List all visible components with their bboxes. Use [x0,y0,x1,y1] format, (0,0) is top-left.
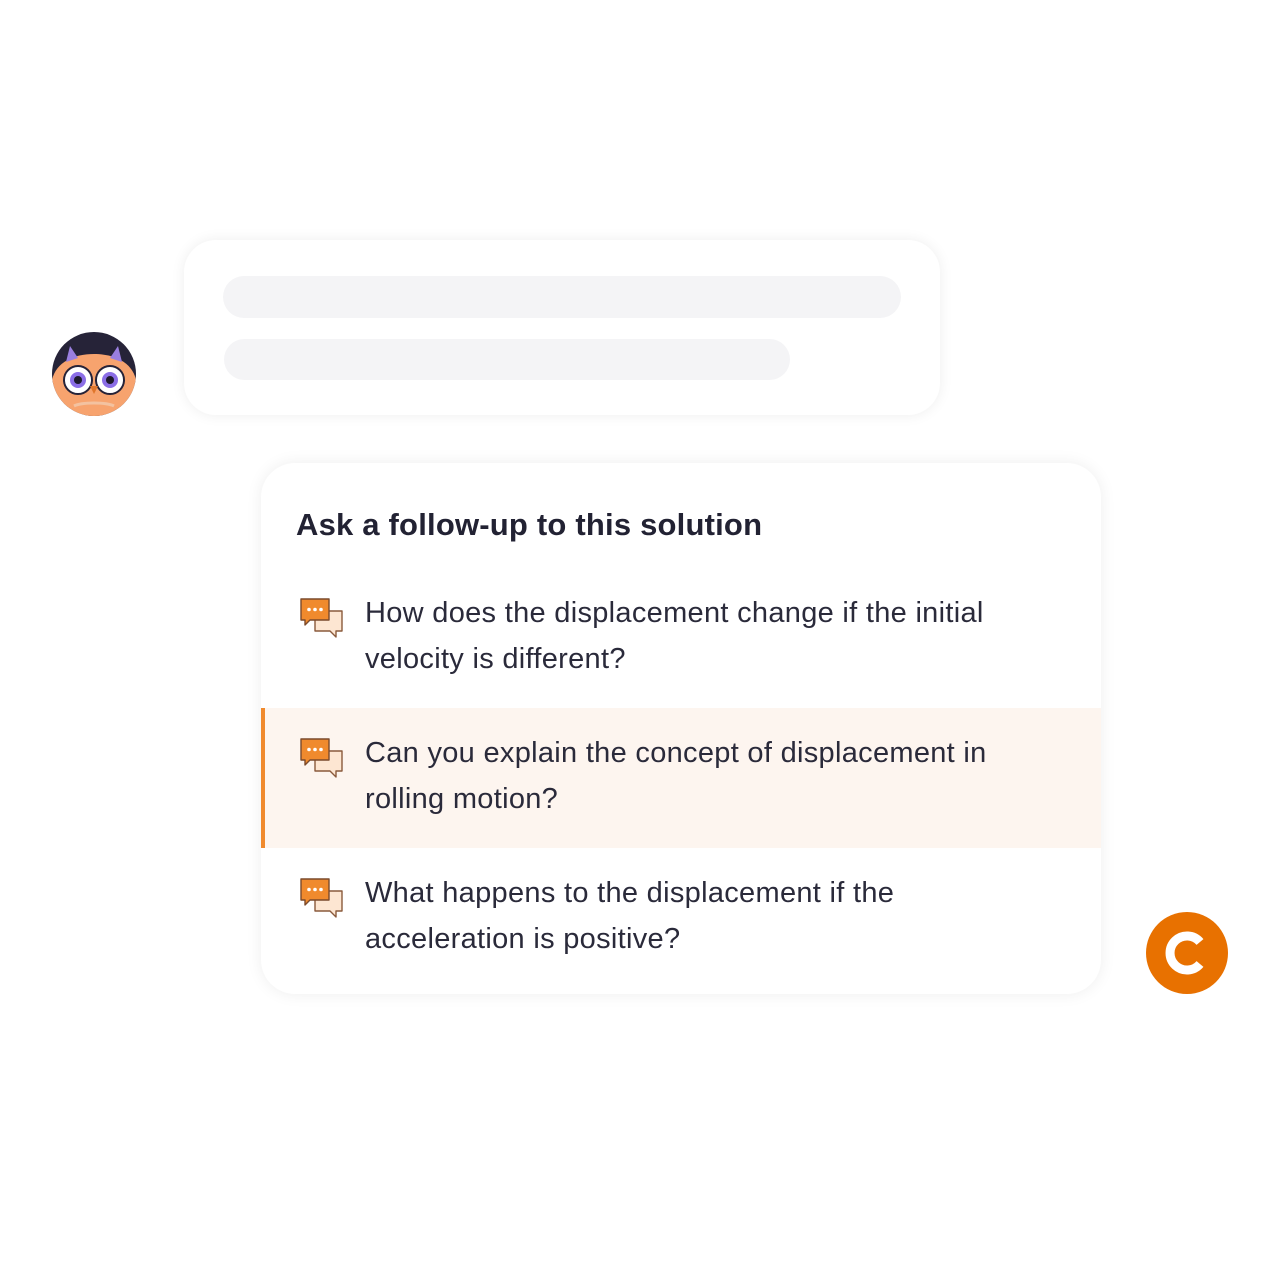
suggestion-text: Can you explain the concept of displacem… [365,737,987,815]
owl-avatar [52,332,136,416]
followup-suggestion[interactable]: How does the displacement change if the … [261,568,1101,708]
chat-bubbles-icon [300,738,343,778]
suggestion-text: How does the displacement change if the … [365,597,984,675]
chat-bubbles-icon [300,598,343,638]
followup-suggestion-highlighted[interactable]: Can you explain the concept of displacem… [261,708,1101,848]
chat-bubbles-icon [300,878,343,918]
followup-suggestion[interactable]: What happens to the displacement if the … [261,848,1101,988]
followup-title: Ask a follow-up to this solution [296,507,763,542]
brand-logo [1146,912,1228,994]
suggestion-text: What happens to the displacement if the … [365,877,895,955]
skeleton-line [224,339,790,380]
user-message-bubble [184,240,940,415]
followup-card: Ask a follow-up to this solution How doe… [261,463,1101,994]
skeleton-line [223,276,901,318]
